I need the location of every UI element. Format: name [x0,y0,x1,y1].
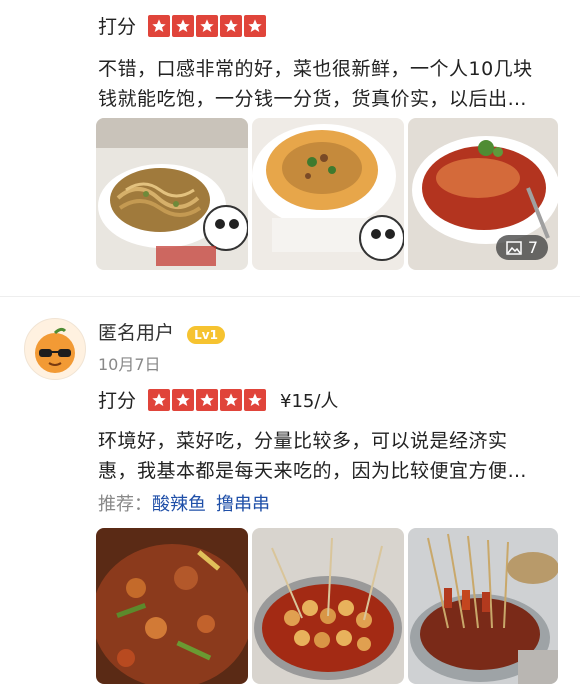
skewer-balls-photo[interactable] [252,528,404,684]
image-icon [506,240,522,255]
star-icon [148,14,171,37]
review1-rating-row: 打分 [98,12,268,39]
username[interactable]: 匿名用户 [98,322,174,344]
recommend-label: 推荐： [98,494,152,515]
star-icon [220,388,243,411]
skewers-pot-photo[interactable] [408,528,558,684]
photo-count-badge[interactable]: 7 [495,235,548,260]
fish-photo[interactable]: 7 [408,118,558,270]
price-per-person: ¥15/人 [280,390,339,412]
review-text-line: 钱就能吃饱，一分钱一分货，货真价实，以后出… [98,88,528,110]
stir-fry-photo[interactable] [96,528,248,684]
recommend-item[interactable]: 撸串串 [216,494,270,515]
review-text-line: 惠，我基本都是每天来吃的，因为比较便宜方便… [98,460,528,482]
user-header: 匿名用户 Lv1 [98,318,225,345]
star-rating [148,14,268,37]
star-icon [172,14,195,37]
steamed-egg-photo[interactable] [252,118,404,270]
recommend-item[interactable]: 酸辣鱼 [152,494,206,515]
star-icon [244,388,267,411]
star-icon [244,14,267,37]
review1-text[interactable]: 不错，口感非常的好，菜也很新鲜，一个人10几块 钱就能吃饱，一分钱一分货，货真价… [98,54,568,114]
rating-label: 打分 [98,16,137,38]
star-icon [220,14,243,37]
star-icon [196,14,219,37]
level-badge: Lv1 [187,325,225,344]
review2-rating-row: 打分 ¥15/人 [98,386,338,413]
star-rating [148,388,268,411]
review2-text[interactable]: 环境好，菜好吃，分量比较多，可以说是经济实 惠，我基本都是每天来吃的，因为比较便… [98,426,568,486]
recommend-row: 推荐：酸辣鱼 撸串串 [98,490,270,516]
review-divider [0,296,580,297]
noodles-photo[interactable] [96,118,248,270]
star-icon [172,388,195,411]
review-date: 10月7日 [98,355,161,374]
photo-count: 7 [527,238,538,257]
review-text-line: 环境好，菜好吃，分量比较多，可以说是经济实 [98,430,508,452]
star-icon [196,388,219,411]
avatar[interactable] [24,318,86,380]
star-icon [148,388,171,411]
review-text-line: 不错，口感非常的好，菜也很新鲜，一个人10几块 [98,58,533,80]
rating-label: 打分 [98,390,137,412]
